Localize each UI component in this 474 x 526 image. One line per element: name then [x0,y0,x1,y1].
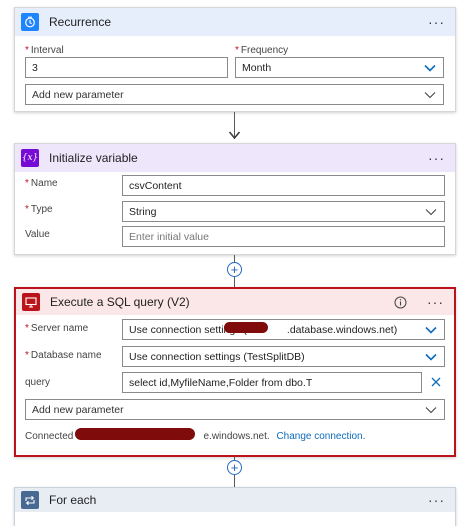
chevron-down-icon [424,92,436,99]
recurrence-card[interactable]: Recurrence ··· * Interval 3 * Frequency Mo… [14,7,456,112]
redacted-server-name [224,322,268,333]
database-name-label: * Database name [25,350,102,361]
card-title: Initialize variable [49,151,138,165]
add-new-parameter-dropdown[interactable]: Add new parameter [25,84,444,105]
chevron-down-icon [425,326,437,334]
arrow-down-icon [229,131,240,140]
chevron-down-icon [425,209,437,216]
initialize-variable-card[interactable]: {x} Initialize variable ··· * Name csvCon… [14,143,456,255]
frequency-label: * Frequency [235,45,289,56]
change-connection-link[interactable]: Change connection. [276,431,365,442]
monitor-icon [22,293,40,311]
more-options-button[interactable]: ··· [426,14,447,30]
card-title: For each [49,493,97,507]
card-title: Recurrence [49,15,112,29]
variable-name-input[interactable]: csvContent [122,175,445,196]
chevron-down-icon [425,407,437,414]
initialize-variable-header[interactable]: {x} Initialize variable ··· [15,144,455,172]
close-icon[interactable] [430,376,442,388]
loop-icon [21,491,39,509]
for-each-card[interactable]: For each ··· [14,487,456,526]
execute-sql-header[interactable]: Execute a SQL query (V2) ··· [16,289,454,315]
server-name-dropdown[interactable]: Use connection settings (.database.windo… [122,319,445,340]
chevron-down-icon [425,353,437,361]
variable-value-input[interactable]: Enter initial value [122,226,445,247]
interval-input[interactable]: 3 [25,57,228,78]
redacted-connection-name [75,428,195,440]
value-label: Value [25,229,50,240]
for-each-header[interactable]: For each ··· [15,488,455,512]
variable-type-dropdown[interactable]: String [122,201,445,222]
type-label: * Type [25,204,53,215]
info-icon[interactable] [394,296,407,309]
more-options-button[interactable]: ··· [426,492,447,508]
add-step-icon[interactable]: + [227,460,242,475]
more-options-button[interactable]: ··· [425,294,446,310]
add-step-icon[interactable]: + [227,262,242,277]
query-input[interactable]: select id,MyfileName,Folder from dbo.T [122,372,422,393]
more-options-button[interactable]: ··· [426,150,447,166]
interval-label: * Interval [25,45,64,56]
add-new-parameter-dropdown[interactable]: Add new parameter [25,399,445,420]
card-title: Execute a SQL query (V2) [50,295,190,309]
query-label: query [25,377,51,388]
recurrence-header[interactable]: Recurrence ··· [15,8,455,36]
name-label: * Name [25,178,58,189]
clock-icon [21,13,39,31]
chevron-down-icon [424,64,436,72]
server-name-label: * Server name [25,323,89,334]
database-name-dropdown[interactable]: Use connection settings (TestSplitDB) [122,346,445,367]
frequency-dropdown[interactable]: Month [235,57,444,78]
variable-icon: {x} [21,149,39,167]
